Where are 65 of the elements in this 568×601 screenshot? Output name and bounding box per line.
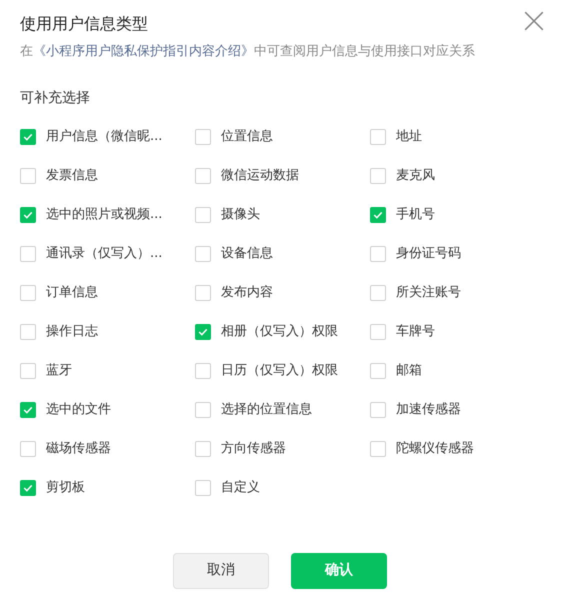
option-label: 通讯录（仅写入）... bbox=[46, 244, 162, 263]
checkbox[interactable] bbox=[195, 480, 211, 496]
checkbox[interactable] bbox=[370, 362, 386, 378]
checkbox[interactable] bbox=[370, 128, 386, 144]
checkbox[interactable] bbox=[195, 284, 211, 300]
checkbox[interactable] bbox=[195, 324, 211, 340]
option-label: 操作日志 bbox=[46, 322, 98, 341]
option-label: 加速传感器 bbox=[396, 400, 461, 419]
checkbox[interactable] bbox=[195, 168, 211, 184]
checkbox[interactable] bbox=[20, 324, 36, 340]
checkbox[interactable] bbox=[370, 284, 386, 300]
intro-text: 在《小程序用户隐私保护指引内容介绍》中可查阅用户信息与使用接口对应关系 bbox=[20, 43, 476, 61]
checkbox[interactable] bbox=[370, 402, 386, 418]
option-label: 选择的位置信息 bbox=[221, 400, 312, 419]
option-label: 摄像头 bbox=[221, 206, 260, 224]
option-label: 陀螺仪传感器 bbox=[396, 440, 474, 458]
cancel-button[interactable]: 取消 bbox=[173, 552, 269, 588]
checkbox[interactable] bbox=[20, 402, 36, 418]
checkbox[interactable] bbox=[20, 128, 36, 144]
checkbox[interactable] bbox=[370, 246, 386, 262]
option-label: 邮箱 bbox=[396, 362, 422, 380]
checkbox[interactable] bbox=[370, 168, 386, 184]
checkbox[interactable] bbox=[20, 168, 36, 184]
checkbox[interactable] bbox=[370, 440, 386, 456]
option-label: 选中的照片或视频... bbox=[46, 206, 162, 224]
checkbox[interactable] bbox=[195, 128, 211, 144]
option-label: 订单信息 bbox=[46, 284, 98, 302]
checkbox[interactable] bbox=[20, 284, 36, 300]
option-label: 用户信息（微信昵... bbox=[46, 128, 162, 146]
option-label: 手机号 bbox=[396, 206, 435, 224]
section-label: 可补充选择 bbox=[20, 88, 91, 108]
option-label: 地址 bbox=[396, 128, 422, 146]
checkbox[interactable] bbox=[20, 246, 36, 262]
close-button[interactable] bbox=[523, 10, 545, 32]
option-label: 所关注账号 bbox=[396, 284, 461, 302]
checkbox[interactable] bbox=[20, 440, 36, 456]
option-label: 日历（仅写入）权限 bbox=[221, 362, 338, 380]
option-label: 自定义 bbox=[221, 478, 260, 497]
checkbox[interactable] bbox=[20, 362, 36, 378]
checkbox[interactable] bbox=[195, 206, 211, 222]
option-label: 剪切板 bbox=[46, 478, 85, 497]
option-label: 磁场传感器 bbox=[46, 440, 111, 458]
checkbox[interactable] bbox=[370, 206, 386, 222]
option-label: 微信运动数据 bbox=[221, 166, 299, 185]
option-label: 选中的文件 bbox=[46, 400, 111, 419]
option-label: 发布内容 bbox=[221, 284, 273, 302]
option-label: 麦克风 bbox=[396, 166, 435, 185]
checkbox[interactable] bbox=[20, 480, 36, 496]
option-label: 蓝牙 bbox=[46, 362, 72, 380]
option-label: 方向传感器 bbox=[221, 440, 286, 458]
dialog-title: 使用用户信息类型 bbox=[20, 13, 148, 35]
option-label: 身份证号码 bbox=[396, 244, 461, 263]
option-label: 相册（仅写入）权限 bbox=[221, 322, 338, 341]
option-label: 发票信息 bbox=[46, 166, 98, 185]
close-icon bbox=[523, 10, 545, 32]
guide-link[interactable]: 《小程序用户隐私保护指引内容介绍》 bbox=[33, 44, 254, 59]
option-label: 设备信息 bbox=[221, 244, 273, 263]
checkbox[interactable] bbox=[195, 362, 211, 378]
checkbox[interactable] bbox=[370, 324, 386, 340]
option-label: 位置信息 bbox=[221, 128, 273, 146]
checkbox[interactable] bbox=[195, 246, 211, 262]
checkbox[interactable] bbox=[20, 206, 36, 222]
checkbox[interactable] bbox=[195, 440, 211, 456]
checkbox[interactable] bbox=[195, 402, 211, 418]
option-label: 车牌号 bbox=[396, 322, 435, 341]
